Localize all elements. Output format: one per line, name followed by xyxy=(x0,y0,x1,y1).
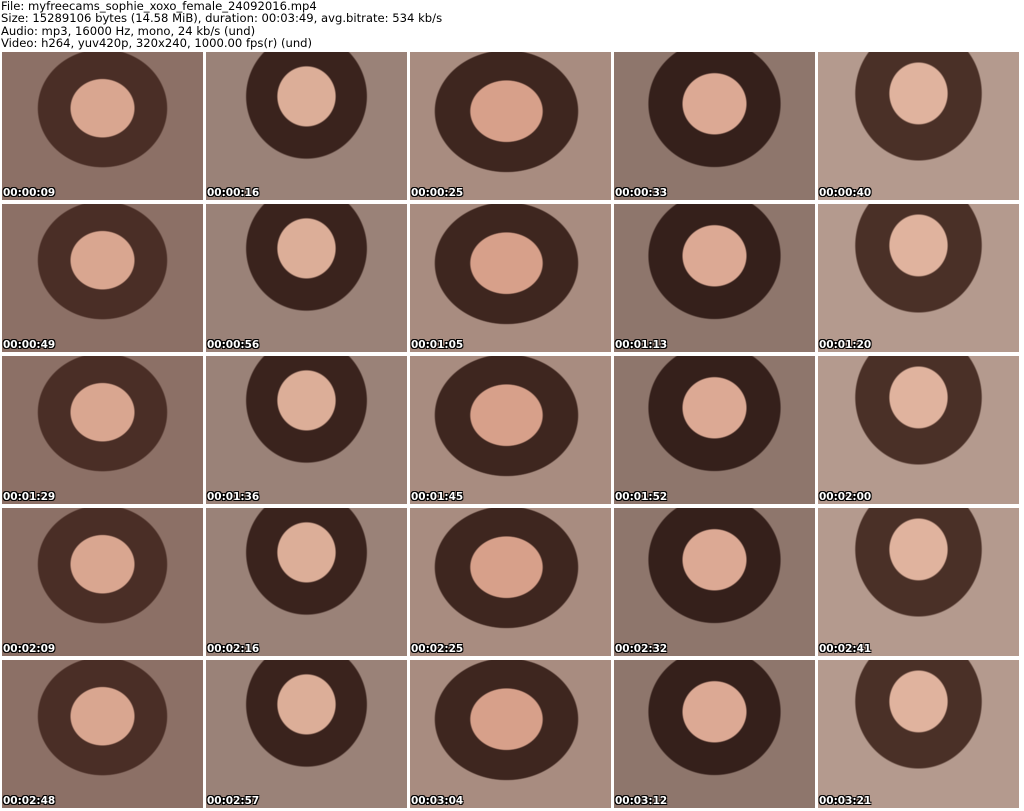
frame-timestamp: 00:02:32 xyxy=(615,643,668,655)
contact-sheet: File: myfreecams_sophie_xoxo_female_2409… xyxy=(0,0,1024,811)
video-frame-thumbnail: 00:02:25 xyxy=(410,508,611,656)
frame-image xyxy=(206,508,407,656)
frame-timestamp: 00:01:05 xyxy=(411,339,464,351)
frame-image xyxy=(614,660,815,808)
video-frame-thumbnail: 00:01:52 xyxy=(614,356,815,504)
frame-image xyxy=(818,660,1019,808)
frame-timestamp: 00:00:56 xyxy=(207,339,260,351)
video-frame-thumbnail: 00:00:33 xyxy=(614,52,815,200)
frame-image xyxy=(410,204,611,352)
frame-timestamp: 00:03:12 xyxy=(615,795,668,807)
video-frame-thumbnail: 00:01:20 xyxy=(818,204,1019,352)
frame-timestamp: 00:01:20 xyxy=(819,339,872,351)
frame-image xyxy=(206,52,407,200)
video-info-header: File: myfreecams_sophie_xoxo_female_2409… xyxy=(1,0,1021,50)
frame-image xyxy=(818,356,1019,504)
frame-image xyxy=(410,356,611,504)
video-frame-thumbnail: 00:00:49 xyxy=(2,204,203,352)
frame-image xyxy=(2,660,203,808)
video-frame-thumbnail: 00:02:57 xyxy=(206,660,407,808)
frame-image xyxy=(614,356,815,504)
video-frame-thumbnail: 00:01:36 xyxy=(206,356,407,504)
video-frame-thumbnail: 00:02:16 xyxy=(206,508,407,656)
frame-timestamp: 00:02:41 xyxy=(819,643,872,655)
frame-image xyxy=(2,204,203,352)
video-frame-thumbnail: 00:01:29 xyxy=(2,356,203,504)
frame-image xyxy=(2,52,203,200)
frame-timestamp: 00:00:16 xyxy=(207,187,260,199)
frame-image xyxy=(818,204,1019,352)
video-frame-thumbnail: 00:01:13 xyxy=(614,204,815,352)
video-frame-thumbnail: 00:03:21 xyxy=(818,660,1019,808)
thumbnail-grid: 00:00:09 00:00:16 00:00:25 00:00:33 00:00:40… xyxy=(0,52,1022,809)
frame-image xyxy=(818,508,1019,656)
frame-timestamp: 00:00:33 xyxy=(615,187,668,199)
frame-image xyxy=(2,508,203,656)
frame-image xyxy=(614,52,815,200)
frame-image xyxy=(206,204,407,352)
video-frame-thumbnail: 00:02:41 xyxy=(818,508,1019,656)
frame-timestamp: 00:01:36 xyxy=(207,491,260,503)
frame-timestamp: 00:02:00 xyxy=(819,491,872,503)
video-frame-thumbnail: 00:01:45 xyxy=(410,356,611,504)
video-frame-thumbnail: 00:02:32 xyxy=(614,508,815,656)
video-frame-thumbnail: 00:03:04 xyxy=(410,660,611,808)
frame-timestamp: 00:00:40 xyxy=(819,187,872,199)
frame-timestamp: 00:01:29 xyxy=(3,491,56,503)
frame-timestamp: 00:00:49 xyxy=(3,339,56,351)
file-size-line: Size: 15289106 bytes (14.58 MiB), durati… xyxy=(1,11,443,26)
video-frame-thumbnail: 00:01:05 xyxy=(410,204,611,352)
frame-image xyxy=(206,356,407,504)
frame-image xyxy=(2,356,203,504)
frame-image xyxy=(410,660,611,808)
video-info-line: Video: h264, yuv420p, 320x240, 1000.00 f… xyxy=(1,35,313,50)
frame-timestamp: 00:01:52 xyxy=(615,491,668,503)
video-frame-thumbnail: 00:02:00 xyxy=(818,356,1019,504)
video-frame-thumbnail: 00:03:12 xyxy=(614,660,815,808)
frame-timestamp: 00:03:21 xyxy=(819,795,872,807)
video-frame-thumbnail: 00:00:56 xyxy=(206,204,407,352)
frame-timestamp: 00:02:16 xyxy=(207,643,260,655)
frame-timestamp: 00:02:57 xyxy=(207,795,260,807)
frame-image xyxy=(206,660,407,808)
video-frame-thumbnail: 00:02:09 xyxy=(2,508,203,656)
video-frame-thumbnail: 00:00:40 xyxy=(818,52,1019,200)
frame-timestamp: 00:00:25 xyxy=(411,187,464,199)
frame-image xyxy=(818,52,1019,200)
frame-timestamp: 00:02:09 xyxy=(3,643,56,655)
video-frame-thumbnail: 00:02:48 xyxy=(2,660,203,808)
frame-timestamp: 00:00:09 xyxy=(3,187,56,199)
video-frame-thumbnail: 00:00:09 xyxy=(2,52,203,200)
frame-image xyxy=(410,52,611,200)
frame-timestamp: 00:03:04 xyxy=(411,795,464,807)
frame-timestamp: 00:02:48 xyxy=(3,795,56,807)
frame-timestamp: 00:01:13 xyxy=(615,339,668,351)
video-frame-thumbnail: 00:00:25 xyxy=(410,52,611,200)
frame-image xyxy=(614,508,815,656)
frame-image xyxy=(614,204,815,352)
frame-timestamp: 00:02:25 xyxy=(411,643,464,655)
frame-image xyxy=(410,508,611,656)
video-frame-thumbnail: 00:00:16 xyxy=(206,52,407,200)
frame-timestamp: 00:01:45 xyxy=(411,491,464,503)
